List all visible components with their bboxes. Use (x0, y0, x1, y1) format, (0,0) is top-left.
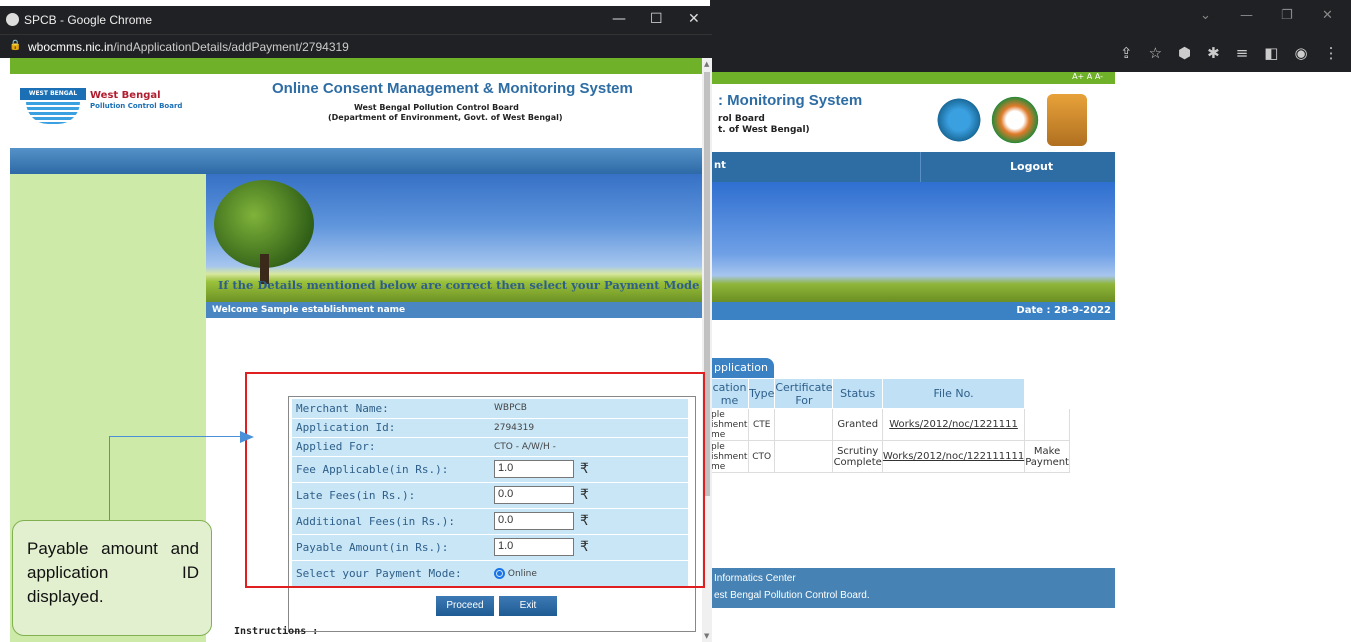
popup-titlebar: SPCB - Google Chrome — ☐ ✕ (0, 6, 712, 34)
arrow-icon (240, 431, 254, 443)
browser-toolbar: ⇪ ☆ ⬢ ✱ ≡ ◧ ◉ ⋮ (1120, 44, 1339, 62)
close-icon[interactable]: ✕ (688, 11, 700, 27)
extensions-icon[interactable]: ✱ (1207, 44, 1220, 62)
close-icon[interactable]: ✕ (1322, 8, 1333, 23)
emblem-logos (935, 94, 1087, 146)
col-file: File No. (881, 378, 1026, 409)
exit-button[interactable]: Exit (499, 596, 557, 616)
tab-application[interactable]: pplication (710, 358, 774, 378)
file-link[interactable]: Works/2012/noc/1221111 (881, 408, 1026, 441)
annotation-callout: Payable amount and application ID displa… (12, 520, 212, 636)
lock-icon: 🔒 (9, 40, 22, 51)
table-row: ple ishment me CTO Scrutiny Complete Wor… (709, 440, 1070, 473)
font-size-controls[interactable]: A+ A A- (1072, 72, 1103, 81)
ashoka-emblem-icon (1047, 94, 1087, 146)
callout-connector (109, 436, 241, 437)
chevron-down-icon[interactable]: ⌄ (1200, 8, 1211, 23)
globe-icon (6, 13, 19, 26)
reading-list-icon[interactable]: ≡ (1236, 44, 1249, 62)
payment-instruction-text: If the Details mentioned below are corre… (218, 278, 700, 292)
top-strip (10, 58, 702, 74)
col-name: cation me (709, 378, 750, 409)
col-certificate: Certificate For (774, 378, 834, 409)
instructions-label: Instructions : (234, 626, 319, 637)
star-icon[interactable]: ☆ (1149, 44, 1162, 62)
make-payment-link[interactable]: Make Payment (1024, 440, 1070, 473)
callout-connector (109, 436, 110, 522)
background-title: : Monitoring System (718, 92, 863, 109)
page-header: WEST BENGAL West Bengal Pollution Contro… (10, 74, 702, 148)
wb-emblem-icon (935, 94, 983, 146)
proceed-button[interactable]: Proceed (436, 596, 494, 616)
col-action (1024, 378, 1070, 409)
wbpcb-logo: WEST BENGAL (20, 84, 86, 126)
share-icon[interactable]: ⇪ (1120, 44, 1133, 62)
accessibility-strip: A+ A A- (710, 72, 1115, 84)
date-bar: Date : 28-9-2022 (710, 302, 1115, 320)
background-nav: nt Logout (710, 152, 1115, 182)
background-footer: Informatics Center est Bengal Pollution … (710, 568, 1115, 608)
page-title: Online Consent Management & Monitoring S… (272, 80, 633, 97)
scroll-up-icon[interactable]: ▲ (704, 60, 709, 68)
applications-table: cation me Type Certificate For Status Fi… (709, 378, 1070, 473)
welcome-bar: Welcome Sample establishment name (206, 302, 702, 318)
profile-icon[interactable]: ◉ (1294, 44, 1307, 62)
nav-bar (10, 148, 702, 174)
background-banner (710, 182, 1115, 302)
org-name: West Bengal Pollution Control Board (90, 90, 183, 110)
highlight-box (245, 372, 705, 588)
popup-url[interactable]: wbocmms.nic.in/indApplicationDetails/add… (28, 40, 349, 54)
sidepanel-icon[interactable]: ◧ (1264, 44, 1278, 62)
background-header: : Monitoring System rol Board t. of West… (710, 84, 1115, 152)
restore-icon[interactable]: ❐ (1281, 8, 1293, 23)
popup-title: SPCB - Google Chrome (24, 13, 153, 27)
background-page: A+ A A- : Monitoring System rol Board t.… (709, 72, 1115, 612)
page-subtitle-dept: (Department of Environment, Govt. of Wes… (328, 113, 563, 122)
table-row: ple ishment me CTE Granted Works/2012/no… (709, 408, 1070, 441)
page-subtitle: West Bengal Pollution Control Board (354, 103, 519, 112)
scroll-down-icon[interactable]: ▼ (704, 632, 709, 640)
shield-icon[interactable]: ⬢ (1178, 44, 1191, 62)
maximize-icon[interactable]: ☐ (650, 11, 663, 27)
background-subtitle: rol Board t. of West Bengal) (718, 114, 810, 135)
menu-icon[interactable]: ⋮ (1324, 44, 1339, 62)
col-type: Type (748, 378, 776, 409)
date-label: Date : 28-9-2022 (1016, 305, 1111, 316)
minimize-icon[interactable]: — (1240, 8, 1253, 23)
minimize-icon[interactable]: — (612, 11, 626, 27)
popup-address-bar[interactable]: 🔒 wbocmms.nic.in/indApplicationDetails/a… (0, 34, 712, 58)
col-status: Status (832, 378, 883, 409)
logout-link[interactable]: Logout (1010, 160, 1053, 173)
biswa-bangla-icon (991, 94, 1039, 146)
file-link[interactable]: Works/2012/noc/122111111 (881, 440, 1026, 473)
